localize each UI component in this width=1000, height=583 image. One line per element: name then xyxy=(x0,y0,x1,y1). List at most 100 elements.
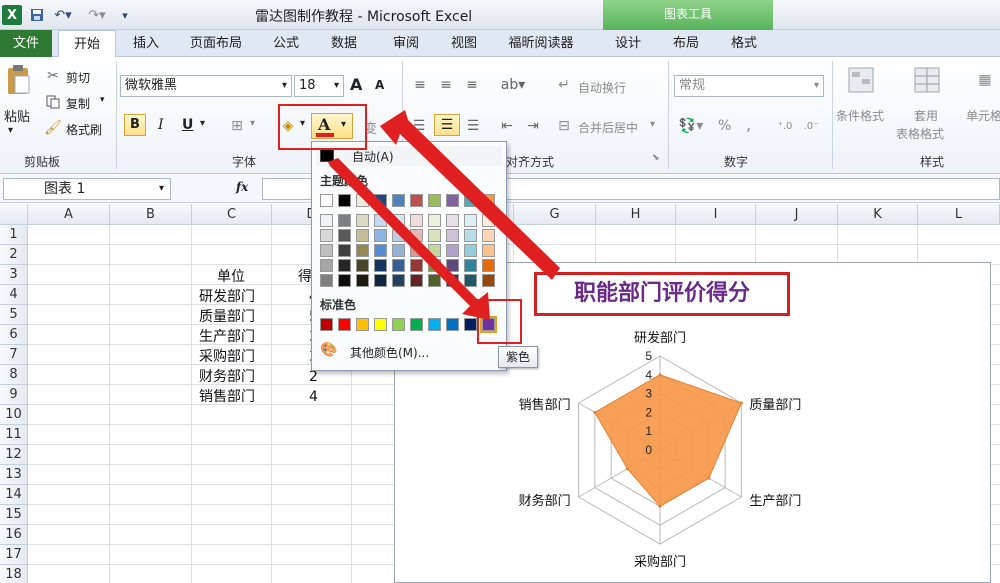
color-swatch[interactable] xyxy=(320,214,333,227)
underline-dropdown-icon[interactable]: ▾ xyxy=(200,118,205,129)
row-header-13[interactable]: 13 xyxy=(0,465,28,485)
row-header-16[interactable]: 16 xyxy=(0,525,28,545)
color-swatch[interactable] xyxy=(374,194,387,207)
column-header-G[interactable]: G xyxy=(514,204,596,225)
save-icon[interactable] xyxy=(28,5,46,25)
underline-button[interactable]: U xyxy=(182,117,193,133)
color-swatch[interactable] xyxy=(374,274,387,287)
color-swatch[interactable] xyxy=(410,259,423,272)
color-swatch[interactable] xyxy=(374,318,387,331)
align-center-button[interactable]: ☰ xyxy=(434,114,460,136)
tab-formulas[interactable]: 公式 xyxy=(266,30,306,57)
color-swatch[interactable] xyxy=(356,318,369,331)
color-swatch[interactable] xyxy=(374,229,387,242)
align-top-icon[interactable]: ≡ xyxy=(410,77,430,93)
row-header-4[interactable]: 4 xyxy=(0,285,28,305)
align-left-icon[interactable]: ☰ xyxy=(408,115,430,137)
conditional-format-button[interactable]: 条件格式 xyxy=(836,107,884,124)
column-header-I[interactable]: I xyxy=(676,204,756,225)
color-swatch[interactable] xyxy=(338,214,351,227)
column-header-C[interactable]: C xyxy=(192,204,272,225)
row-header-8[interactable]: 8 xyxy=(0,365,28,385)
color-swatch[interactable] xyxy=(410,274,423,287)
align-middle-icon[interactable]: ≡ xyxy=(436,77,456,93)
name-box[interactable]: 图表 1 ▾ xyxy=(3,178,171,200)
border-dropdown-icon[interactable]: ▾ xyxy=(250,118,255,129)
tab-view[interactable]: 视图 xyxy=(444,30,484,57)
color-swatch[interactable] xyxy=(464,259,477,272)
tab-format[interactable]: 格式 xyxy=(724,30,764,57)
row-header-1[interactable]: 1 xyxy=(0,225,28,245)
paste-button[interactable]: 粘贴 xyxy=(4,106,30,125)
color-swatch[interactable] xyxy=(464,274,477,287)
dialog-launcher-icon[interactable]: ⬊ xyxy=(652,153,660,163)
unit-cell[interactable]: 生产部门 xyxy=(199,327,255,347)
color-swatch[interactable] xyxy=(356,214,369,227)
color-swatch[interactable] xyxy=(320,318,333,331)
color-swatch[interactable] xyxy=(428,274,441,287)
color-swatch[interactable] xyxy=(464,229,477,242)
color-swatch[interactable] xyxy=(446,259,459,272)
merge-dropdown-icon[interactable]: ▾ xyxy=(650,119,655,130)
unit-cell[interactable]: 研发部门 xyxy=(199,287,255,307)
color-swatch[interactable] xyxy=(428,229,441,242)
color-swatch[interactable] xyxy=(356,229,369,242)
row-header-7[interactable]: 7 xyxy=(0,345,28,365)
grow-font-button[interactable]: A xyxy=(350,75,362,94)
color-swatch[interactable] xyxy=(374,244,387,257)
color-swatch[interactable] xyxy=(446,244,459,257)
header-unit-cell[interactable]: 单位 xyxy=(217,267,245,287)
color-swatch[interactable] xyxy=(428,194,441,207)
color-swatch[interactable] xyxy=(428,244,441,257)
undo-icon[interactable]: ↶▾ xyxy=(50,5,76,25)
row-header-3[interactable]: 3 xyxy=(0,265,28,285)
color-swatch[interactable] xyxy=(464,244,477,257)
color-swatch[interactable] xyxy=(446,214,459,227)
fx-button[interactable]: fx xyxy=(236,180,248,194)
row-header-2[interactable]: 2 xyxy=(0,245,28,265)
row-header-5[interactable]: 5 xyxy=(0,305,28,325)
color-swatch[interactable] xyxy=(410,318,423,331)
column-header-L[interactable]: L xyxy=(918,204,1000,225)
font-name-combo[interactable]: 微软雅黑 ▾ xyxy=(120,75,292,97)
color-swatch[interactable] xyxy=(338,274,351,287)
orientation-icon[interactable]: ab▾ xyxy=(500,77,526,93)
shrink-font-button[interactable]: A xyxy=(375,78,384,92)
color-swatch[interactable] xyxy=(374,214,387,227)
copy-dropdown-icon[interactable]: ▾ xyxy=(100,95,105,105)
chevron-down-icon[interactable]: ▾ xyxy=(334,76,339,96)
row-header-11[interactable]: 11 xyxy=(0,425,28,445)
color-swatch[interactable] xyxy=(392,259,405,272)
row-header-18[interactable]: 18 xyxy=(0,565,28,583)
color-swatch[interactable] xyxy=(446,229,459,242)
column-header-A[interactable]: A xyxy=(28,204,110,225)
tab-review[interactable]: 审阅 xyxy=(386,30,426,57)
unit-cell[interactable]: 销售部门 xyxy=(199,387,255,407)
merge-center-button[interactable]: 合并后居中 xyxy=(578,119,638,136)
color-swatch[interactable] xyxy=(428,214,441,227)
format-table-line1[interactable]: 套用 xyxy=(914,107,938,124)
paste-icon[interactable] xyxy=(4,63,32,97)
comma-button[interactable]: , xyxy=(746,115,751,134)
increase-decimal-icon[interactable]: ⁺.0 xyxy=(774,115,796,137)
color-swatch[interactable] xyxy=(482,244,495,257)
color-swatch[interactable] xyxy=(410,229,423,242)
row-header-10[interactable]: 10 xyxy=(0,405,28,425)
align-right-icon[interactable]: ☰ xyxy=(462,115,484,137)
color-swatch[interactable] xyxy=(338,318,351,331)
color-swatch[interactable] xyxy=(392,244,405,257)
chart-title[interactable]: 职能部门评价得分 xyxy=(534,272,790,316)
color-swatch[interactable] xyxy=(482,274,495,287)
color-swatch[interactable] xyxy=(446,318,459,331)
color-swatch[interactable] xyxy=(320,244,333,257)
color-swatch[interactable] xyxy=(482,214,495,227)
row-header-9[interactable]: 9 xyxy=(0,385,28,405)
cut-button[interactable]: 剪切 xyxy=(66,69,90,86)
color-swatch[interactable] xyxy=(464,318,477,331)
more-colors-item[interactable]: 🎨 其他颜色(M)... xyxy=(316,340,502,362)
redo-icon[interactable]: ↷▾ xyxy=(84,5,110,25)
customize-icon[interactable]: ▾ xyxy=(118,5,132,25)
align-bottom-icon[interactable]: ≡ xyxy=(462,77,482,93)
excel-icon[interactable]: X xyxy=(2,5,22,25)
tab-data[interactable]: 数据 xyxy=(324,30,364,57)
